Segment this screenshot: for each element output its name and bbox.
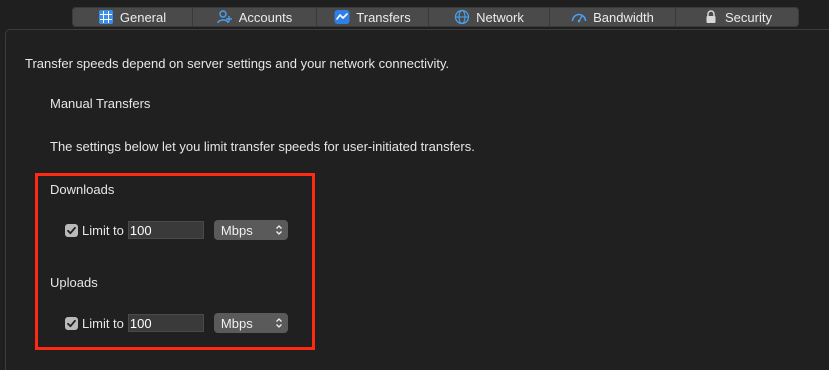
uploads-limit-field[interactable]: 100 — [127, 314, 204, 332]
globe-icon — [454, 9, 470, 25]
downloads-limit-checkbox[interactable] — [65, 223, 78, 237]
speedometer-icon — [571, 9, 587, 25]
uploads-limit-row: Limit to 100 Mbps — [65, 313, 288, 333]
downloads-limit-row: Limit to 100 Mbps — [65, 220, 288, 240]
uploads-limit-checkbox[interactable] — [65, 316, 78, 330]
downloads-heading: Downloads — [50, 182, 115, 197]
tab-bandwidth[interactable]: Bandwidth — [550, 7, 676, 27]
tab-general[interactable]: General — [72, 7, 193, 27]
tab-label: Accounts — [238, 9, 293, 25]
downloads-unit-value: Mbps — [220, 222, 253, 238]
downloads-limit-label: Limit to — [82, 222, 124, 238]
intro-text: Transfer speeds depend on server setting… — [25, 56, 450, 71]
updown-chevron-icon — [275, 318, 282, 328]
downloads-unit-select[interactable]: Mbps — [213, 220, 288, 240]
lock-icon — [703, 9, 719, 25]
tab-accounts[interactable]: Accounts — [193, 7, 317, 27]
tab-label: Security — [725, 9, 772, 25]
tab-transfers[interactable]: Transfers — [317, 7, 429, 27]
tab-network[interactable]: Network — [429, 7, 550, 27]
checkmark-icon — [67, 319, 76, 327]
uploads-unit-select[interactable]: Mbps — [213, 313, 288, 333]
uploads-limit-label: Limit to — [82, 315, 124, 331]
preferences-tab-bar: General Accounts Transfers Network Bandw… — [72, 7, 799, 27]
section-description: The settings below let you limit transfe… — [50, 139, 475, 154]
tab-label: General — [119, 9, 167, 25]
tab-label: Network — [476, 9, 524, 25]
transfers-icon — [334, 9, 350, 25]
tab-security[interactable]: Security — [676, 7, 799, 27]
updown-chevron-icon — [275, 225, 282, 235]
tab-label: Bandwidth — [593, 9, 654, 25]
tab-label: Transfers — [356, 9, 411, 25]
checkmark-icon — [67, 226, 76, 234]
section-title: Manual Transfers — [50, 96, 151, 111]
general-grid-icon — [98, 9, 114, 25]
uploads-unit-value: Mbps — [220, 315, 253, 331]
downloads-limit-field[interactable]: 100 — [127, 221, 204, 239]
uploads-heading: Uploads — [50, 275, 98, 290]
accounts-icon — [217, 9, 233, 25]
